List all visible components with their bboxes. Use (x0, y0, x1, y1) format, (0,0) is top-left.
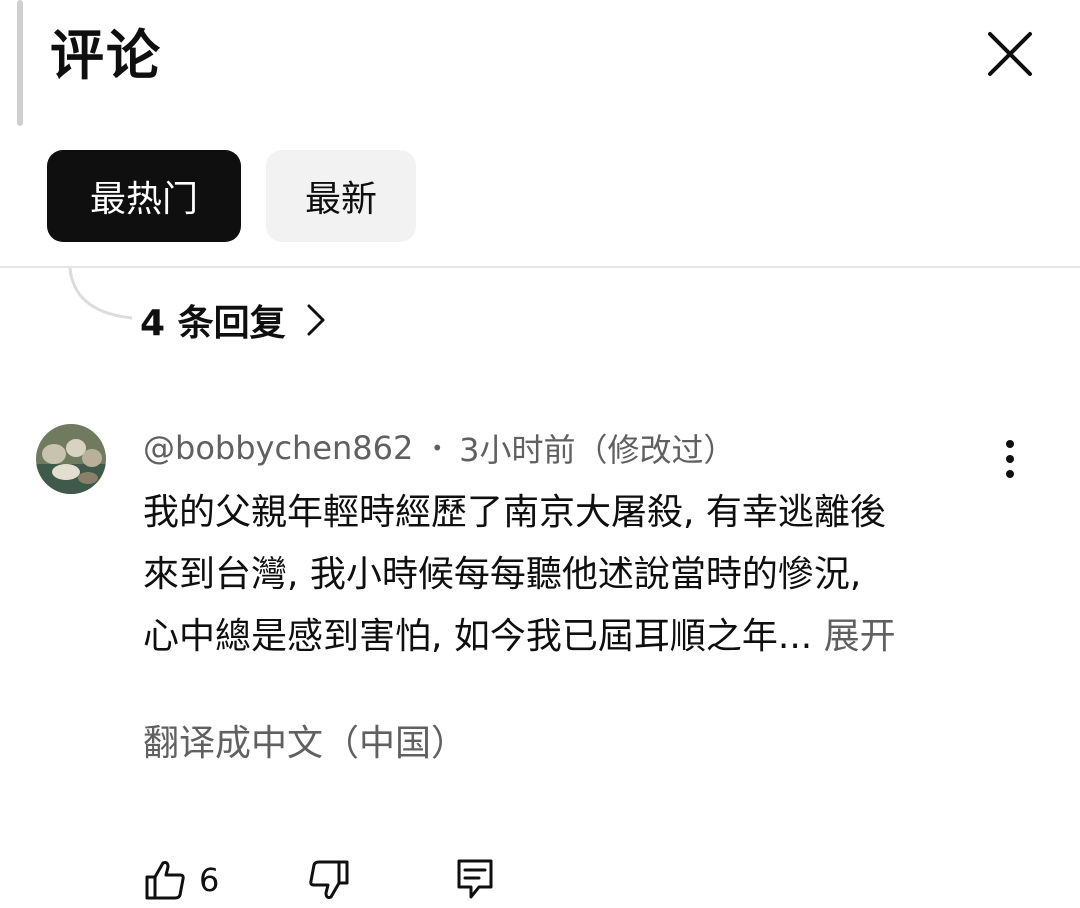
more-vertical-icon (1006, 440, 1014, 478)
reply-comment-icon (457, 859, 493, 899)
panel-edge-handle (17, 0, 23, 126)
comment-timestamp: 3小时前（修改过） (459, 431, 736, 469)
comment-author[interactable]: @bobbychen862 (143, 429, 413, 467)
dislike-button[interactable] (307, 858, 351, 902)
chevron-right-icon (307, 304, 325, 336)
comment-body: 我的父親年輕時經歷了南京大屠殺, 有幸逃離後 來到台灣, 我小時候每每聽他述說當… (143, 482, 1003, 668)
comment-meta: @bobbychen862 • 3小时前（修改过） (143, 420, 736, 476)
expand-comment-button[interactable]: 展开 (824, 616, 896, 657)
reply-button[interactable] (455, 857, 495, 903)
comment-line-last: 心中總是感到害怕, 如今我已屆耳順之年... 展开 (143, 606, 1003, 668)
close-icon (988, 32, 1032, 76)
comment-line: 來到台灣, 我小時候每每聽他述說當時的慘況, (143, 554, 862, 595)
translate-button[interactable]: 翻译成中文（中国） (143, 710, 467, 770)
thumbs-down-icon (309, 860, 349, 899)
like-count: 6 (199, 861, 220, 899)
avatar[interactable] (36, 424, 106, 494)
thumbs-up-icon (145, 861, 185, 900)
view-replies-button[interactable]: 4 条回复 (140, 290, 326, 350)
comment-line-text: 心中總是感到害怕, 如今我已屆耳順之年... (143, 616, 813, 657)
header-divider (0, 266, 1080, 268)
meta-separator: • (431, 436, 444, 460)
panel-title: 评论 (50, 24, 162, 87)
like-button[interactable]: 6 (143, 858, 219, 902)
sort-chip-top[interactable]: 最热门 (47, 150, 241, 242)
comment-actions: 6 (143, 852, 495, 908)
sort-chip-newest[interactable]: 最新 (266, 150, 416, 242)
comment-line: 我的父親年輕時經歷了南京大屠殺, 有幸逃離後 (143, 492, 886, 533)
comment-more-button[interactable] (994, 436, 1026, 482)
replies-count-label: 4 条回复 (140, 303, 286, 344)
thread-connector-line (68, 268, 133, 320)
close-button[interactable] (982, 26, 1038, 82)
